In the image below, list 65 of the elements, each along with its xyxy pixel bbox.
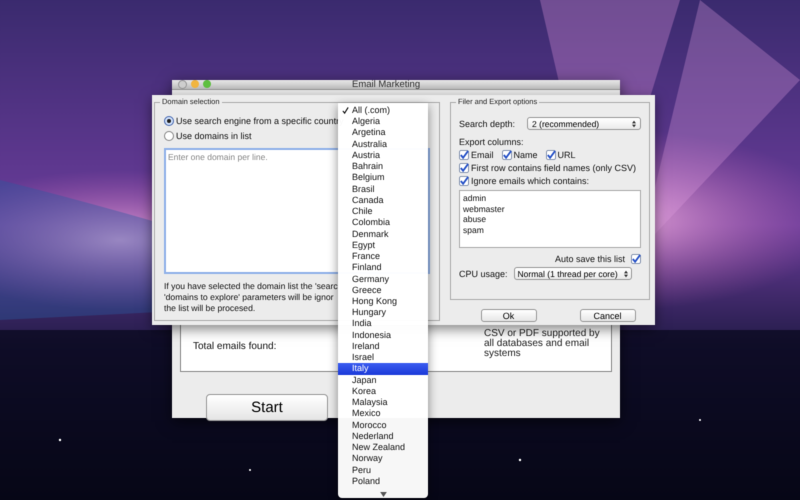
menu-item[interactable]: Indonesia <box>338 330 428 341</box>
ok-button[interactable]: Ok <box>480 309 536 322</box>
scroll-down-icon[interactable] <box>380 492 386 497</box>
checkbox-label[interactable]: Auto save this list <box>554 254 625 264</box>
checkbox-label[interactable]: Email <box>471 150 494 160</box>
checkbox[interactable] <box>631 254 641 264</box>
checkbox-label[interactable]: Ignore emails which contains: <box>471 176 590 186</box>
menu-item[interactable]: Colombia <box>338 217 428 229</box>
menu-item[interactable]: Finland <box>338 262 428 274</box>
updown-icon <box>624 270 628 278</box>
menu-item[interactable]: Chile <box>338 206 428 218</box>
note-text: If you have selected the domain list the 'searc 'domains to explore' parameters will be ignor the list will be procesed. <box>164 281 338 314</box>
menu-item[interactable]: France <box>338 251 428 262</box>
menu-item[interactable]: Greece <box>338 284 428 296</box>
radio-button[interactable] <box>164 131 174 141</box>
radio-button[interactable] <box>164 116 174 126</box>
menu-item[interactable]: Austria <box>338 150 428 162</box>
menu-item[interactable]: Norway <box>338 453 428 464</box>
menu-item[interactable]: Morocco <box>338 420 428 431</box>
menu-item[interactable]: Belgium <box>338 172 428 184</box>
menu-item[interactable]: New Zealand <box>338 442 428 454</box>
menu-item[interactable]: Denmark <box>338 228 428 240</box>
menu-item[interactable]: Peru <box>338 464 428 476</box>
menu-item[interactable]: Israel <box>338 352 428 364</box>
search-depth-select[interactable]: 2 (recommended) <box>527 117 641 130</box>
checkbox[interactable] <box>546 150 556 160</box>
menu-item[interactable]: India <box>338 318 428 330</box>
menu-item[interactable]: Korea <box>338 386 428 398</box>
field-label: Export columns: <box>459 137 525 147</box>
checkbox[interactable] <box>459 163 469 173</box>
field-label: Search depth: <box>459 118 516 128</box>
menu-item[interactable]: Argetina <box>338 127 428 139</box>
checkbox-label[interactable]: Name <box>514 150 538 160</box>
updown-icon <box>632 120 636 128</box>
checkbox[interactable] <box>459 150 469 160</box>
menu-item[interactable]: Hong Kong <box>338 296 428 308</box>
checkbox[interactable] <box>502 150 512 160</box>
menu-item[interactable]: Nederland <box>338 430 428 442</box>
menu-item[interactable]: Bahrain <box>338 161 428 172</box>
checkbox[interactable] <box>459 176 469 186</box>
menu-item[interactable]: Japan <box>338 374 428 386</box>
menu-item[interactable]: Italy <box>338 363 428 375</box>
start-button[interactable]: Start <box>206 394 328 421</box>
radio-label[interactable]: Use domains in list <box>176 131 252 141</box>
cancel-button[interactable]: Cancel <box>580 309 636 322</box>
ignore-list-field[interactable]: admin webmaster abuse spam <box>459 190 641 248</box>
menu-item[interactable]: Mexico <box>338 408 428 420</box>
info-text: CSV or PDF supported by all databases and email systems <box>484 329 601 359</box>
menu-item[interactable]: Poland <box>338 476 428 487</box>
menu-item[interactable]: Egypt <box>338 240 428 252</box>
menu-item[interactable]: Brasil <box>338 184 428 195</box>
check-icon <box>342 107 349 114</box>
window-title: Email Marketing <box>352 79 420 90</box>
menu-item[interactable]: Malaysia <box>338 397 428 408</box>
checkbox-label[interactable]: URL <box>558 150 576 160</box>
menu-item[interactable]: Germany <box>338 274 428 285</box>
menu-item[interactable]: Australia <box>338 138 428 150</box>
field-label: CPU usage: <box>459 268 508 278</box>
menu-item[interactable]: All (.com) <box>338 105 428 116</box>
checkbox-label[interactable]: First row contains field names (only CSV) <box>471 163 636 173</box>
menu-item[interactable]: Hungary <box>338 307 428 318</box>
menu-item[interactable]: Ireland <box>338 340 428 352</box>
stat-label: Total emails found: <box>193 341 276 353</box>
cpu-usage-select[interactable]: Normal (1 thread per core) <box>514 267 632 280</box>
menu-item[interactable]: Canada <box>338 194 428 206</box>
